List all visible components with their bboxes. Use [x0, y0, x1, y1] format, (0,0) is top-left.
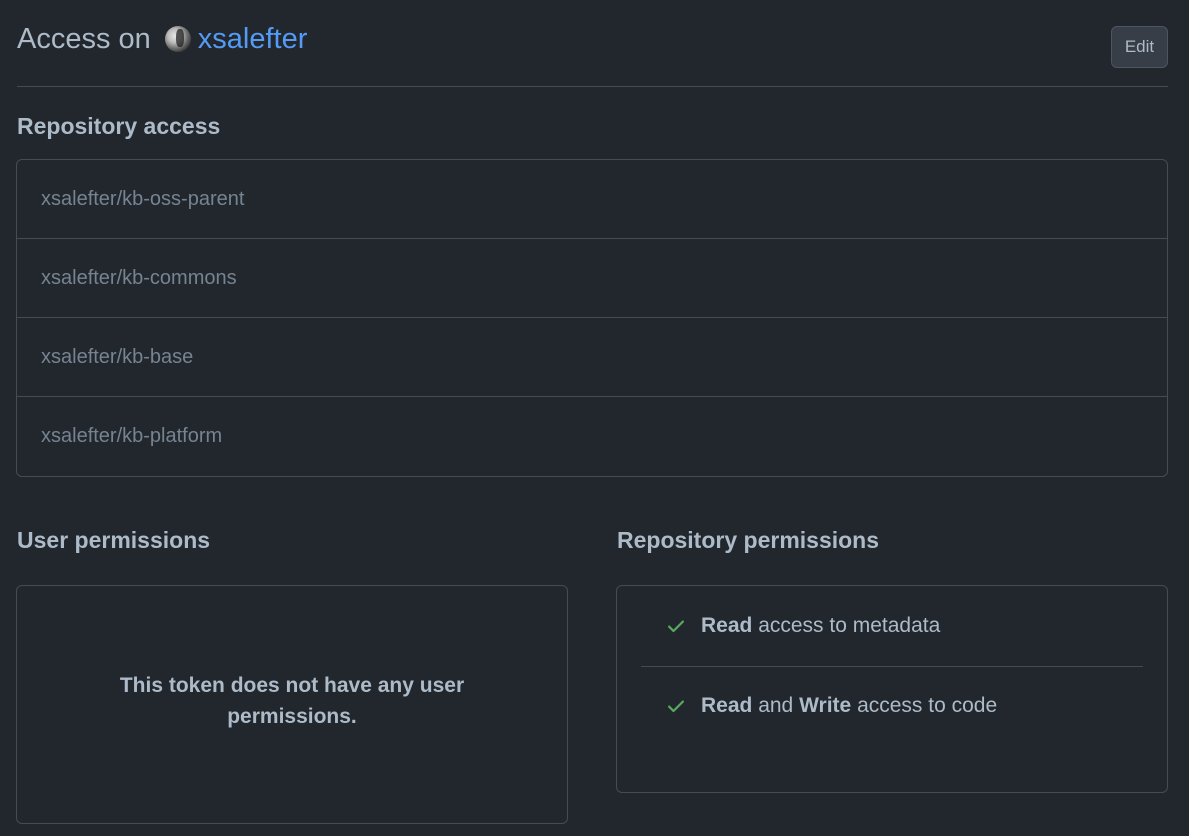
repository-permissions-box: Read access to metadata Read and Write a…	[616, 585, 1168, 793]
list-item: xsalefter/kb-platform	[17, 397, 1167, 476]
permission-scope: access to metadata	[758, 614, 941, 637]
repository-permissions-title: Repository permissions	[617, 527, 880, 553]
check-icon	[668, 700, 684, 713]
owner-link[interactable]: xsalefter	[198, 23, 308, 56]
check-icon	[668, 620, 684, 633]
user-permissions-empty-text: This token does not have any user permis…	[119, 673, 465, 728]
page-title: Access on xsalefter	[17, 20, 307, 58]
repo-name: xsalefter/kb-oss-parent	[41, 187, 245, 210]
permission-level: Write	[799, 694, 852, 717]
permission-conjunction: and	[758, 694, 794, 717]
user-permissions-title: User permissions	[17, 527, 211, 553]
edit-button[interactable]: Edit	[1111, 26, 1168, 68]
permission-scope: access to code	[857, 694, 998, 717]
permission-level: Read	[701, 694, 753, 717]
permission-level: Read	[701, 614, 753, 637]
avatar	[164, 26, 191, 52]
permission-text: Read access to metadata	[701, 614, 940, 638]
list-item: xsalefter/kb-commons	[17, 239, 1167, 318]
permission-item-metadata: Read access to metadata	[641, 586, 1143, 666]
repository-access-title: Repository access	[17, 113, 221, 139]
list-item: xsalefter/kb-base	[17, 318, 1167, 397]
repo-name: xsalefter/kb-commons	[41, 266, 237, 289]
list-item: xsalefter/kb-oss-parent	[17, 160, 1167, 239]
repository-list: xsalefter/kb-oss-parent xsalefter/kb-com…	[16, 159, 1168, 477]
title-prefix: Access on	[17, 22, 151, 55]
repo-name: xsalefter/kb-base	[41, 345, 194, 368]
repo-name: xsalefter/kb-platform	[41, 425, 223, 447]
token-access-page: Access on xsalefter Edit Repository acce…	[0, 0, 1189, 836]
user-permissions-box: This token does not have any user permis…	[16, 585, 568, 824]
permission-item-code: Read and Write access to code	[641, 666, 1143, 745]
permission-text: Read and Write access to code	[701, 694, 997, 718]
access-header: Access on xsalefter Edit	[17, 0, 1168, 87]
